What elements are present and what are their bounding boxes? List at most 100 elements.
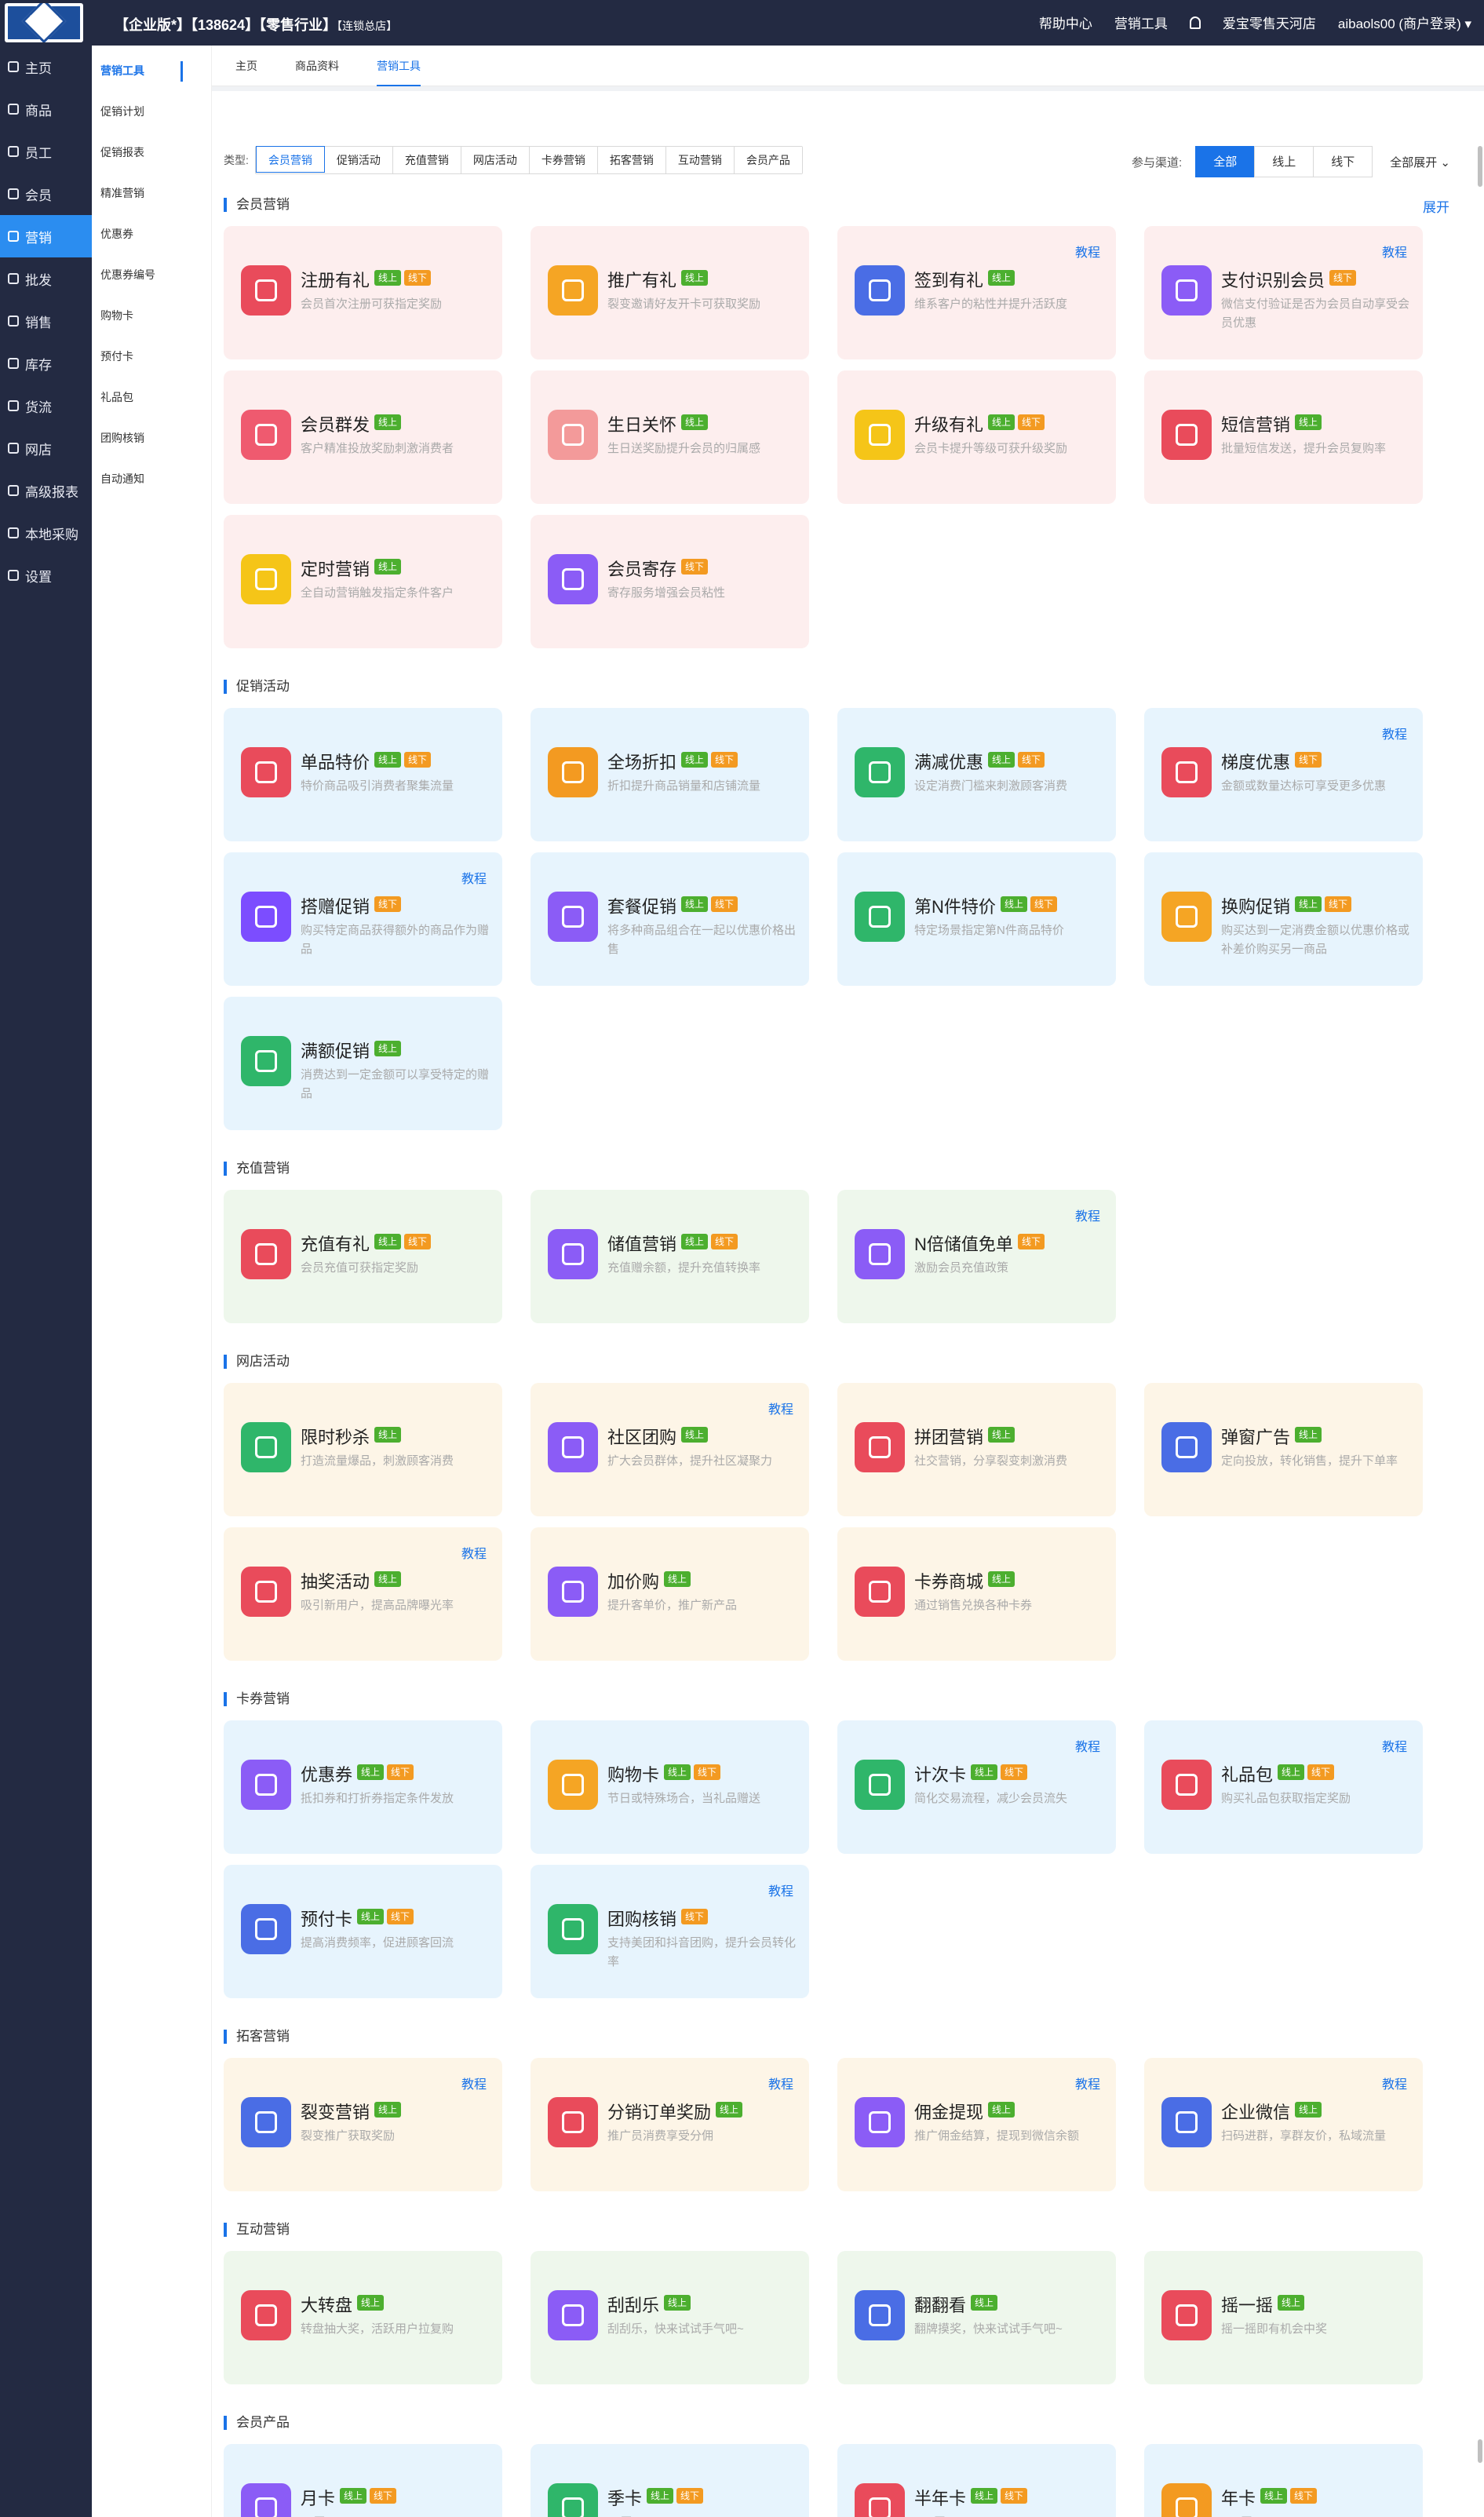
tool-card[interactable]: 团购核销 线下 支持美团和抖音团购，提升会员转化率 教程	[531, 1865, 809, 1998]
tool-card[interactable]: N倍储值免单 线下 激励会员充值政策 教程	[837, 1190, 1116, 1323]
shop-name[interactable]: 爱宝零售天河店	[1223, 13, 1316, 32]
type-option[interactable]: 会员产品	[734, 147, 802, 173]
account-menu[interactable]: aibaols00 (商户登录) ▾	[1338, 13, 1471, 32]
type-option[interactable]: 充值营销	[392, 147, 461, 173]
type-option[interactable]: 会员营销	[255, 146, 325, 173]
tutorial-link[interactable]: 教程	[768, 1399, 793, 1417]
tool-card[interactable]: 储值营销 线上 线下 充值赠余额，提升充值转换率	[531, 1190, 809, 1323]
tool-card[interactable]: 拼团营销 线上 社交营销，分享裂变刺激消费	[837, 1383, 1116, 1516]
tutorial-link[interactable]: 教程	[1382, 724, 1407, 742]
tool-card[interactable]: 第N件特价 线上 线下 特定场景指定第N件商品特价	[837, 852, 1116, 986]
type-option[interactable]: 互动营销	[665, 147, 735, 173]
tool-card[interactable]: 年卡线上线下 365天	[1144, 2444, 1423, 2517]
tutorial-link[interactable]: 教程	[1382, 242, 1407, 261]
subnav-item-8[interactable]: 礼品包	[92, 377, 211, 418]
tool-card[interactable]: 换购促销 线上 线下 购买达到一定消费金额以优惠价格或补差价购买另一商品	[1144, 852, 1423, 986]
tool-card[interactable]: 购物卡 线上 线下 节日或特殊场合，当礼品赠送	[531, 1720, 809, 1854]
tutorial-link[interactable]: 教程	[1075, 242, 1100, 261]
channel-option[interactable]: 线上	[1254, 146, 1314, 177]
tutorial-link[interactable]: 教程	[768, 2074, 793, 2092]
tool-card[interactable]: 抽奖活动 线上 吸引新用户，提高品牌曝光率 教程	[224, 1527, 502, 1661]
tool-card[interactable]: 优惠券 线上 线下 抵扣券和打折券指定条件发放	[224, 1720, 502, 1854]
tool-card[interactable]: 加价购 线上 提升客单价，推广新产品	[531, 1527, 809, 1661]
subnav-item-4[interactable]: 优惠券	[92, 213, 211, 254]
tool-card[interactable]: 满减优惠 线上 线下 设定消费门槛来刺激顾客消费	[837, 708, 1116, 841]
tool-card[interactable]: 梯度优惠 线下 金额或数量达标可享受更多优惠 教程	[1144, 708, 1423, 841]
tool-card[interactable]: 计次卡 线上 线下 简化交易流程，减少会员流失 教程	[837, 1720, 1116, 1854]
tool-card[interactable]: 充值有礼 线上 线下 会员充值可获指定奖励	[224, 1190, 502, 1323]
subnav-item-7[interactable]: 预付卡	[92, 336, 211, 377]
tool-card[interactable]: 推广有礼 线上 裂变邀请好友开卡可获取奖励	[531, 226, 809, 359]
tutorial-link[interactable]: 教程	[1075, 1206, 1100, 1224]
tool-card[interactable]: 短信营销 线上 批量短信发送，提升会员复购率	[1144, 370, 1423, 504]
scrollbar-thumb-bottom[interactable]	[1478, 2439, 1482, 2463]
brand-logo[interactable]: AIBAO	[5, 3, 83, 42]
subnav-item-6[interactable]: 购物卡	[92, 295, 211, 336]
tool-card[interactable]: 生日关怀 线上 生日送奖励提升会员的归属感	[531, 370, 809, 504]
type-option[interactable]: 拓客营销	[597, 147, 666, 173]
tool-card[interactable]: 搭赠促销 线下 购买特定商品获得额外的商品作为赠品 教程	[224, 852, 502, 986]
tool-card[interactable]: 佣金提现 线上 推广佣金结算，提现到微信余额 教程	[837, 2058, 1116, 2191]
tool-card[interactable]: 套餐促销 线上 线下 将多种商品组合在一起以优惠价格出售	[531, 852, 809, 986]
type-option[interactable]: 促销活动	[324, 147, 393, 173]
tool-card[interactable]: 翻翻看 线上 翻牌摸奖，快来试试手气吧~	[837, 2251, 1116, 2384]
subnav-item-5[interactable]: 优惠券编号	[92, 254, 211, 295]
tab-2[interactable]: 营销工具	[377, 46, 421, 86]
tool-card[interactable]: 企业微信 线上 扫码进群，享群友价，私域流量 教程	[1144, 2058, 1423, 2191]
tutorial-link[interactable]: 教程	[461, 868, 487, 887]
tutorial-link[interactable]: 教程	[1382, 2074, 1407, 2092]
tool-card[interactable]: 限时秒杀 线上 打造流量爆品，刺激顾客消费	[224, 1383, 502, 1516]
tab-0[interactable]: 主页	[235, 46, 257, 86]
sidebar-item-12[interactable]: 设置	[0, 554, 92, 596]
tool-card[interactable]: 大转盘 线上 转盘抽大奖，活跃用户拉复购	[224, 2251, 502, 2384]
sidebar-item-4[interactable]: 营销	[0, 215, 92, 257]
tool-card[interactable]: 会员群发 线上 客户精准投放奖励刺激消费者	[224, 370, 502, 504]
tool-card[interactable]: 定时营销 线上 全自动营销触发指定条件客户	[224, 515, 502, 648]
tool-card[interactable]: 会员寄存 线下 寄存服务增强会员粘性	[531, 515, 809, 648]
tool-card[interactable]: 分销订单奖励 线上 推广员消费享受分佣 教程	[531, 2058, 809, 2191]
tool-card[interactable]: 全场折扣 线上 线下 折扣提升商品销量和店铺流量	[531, 708, 809, 841]
bell-icon[interactable]	[1189, 16, 1201, 29]
sidebar-item-9[interactable]: 网店	[0, 427, 92, 469]
sidebar-item-8[interactable]: 货流	[0, 385, 92, 427]
tutorial-link[interactable]: 教程	[461, 1543, 487, 1562]
tutorial-link[interactable]: 教程	[1075, 2074, 1100, 2092]
section-expand-button[interactable]: 展开	[1423, 196, 1449, 216]
tutorial-link[interactable]: 教程	[461, 2074, 487, 2092]
type-option[interactable]: 卡券营销	[529, 147, 598, 173]
subnav-item-9[interactable]: 团购核销	[92, 418, 211, 458]
tool-card[interactable]: 支付识别会员 线下 微信支付验证是否为会员自动享受会员优惠 教程	[1144, 226, 1423, 359]
tutorial-link[interactable]: 教程	[1075, 1736, 1100, 1755]
tool-card[interactable]: 礼品包 线上 线下 购买礼品包获取指定奖励 教程	[1144, 1720, 1423, 1854]
help-center-link[interactable]: 帮助中心	[1039, 13, 1092, 32]
tool-card[interactable]: 月卡线上线下 30天	[224, 2444, 502, 2517]
marketing-tools-link[interactable]: 营销工具	[1114, 13, 1168, 32]
tool-card[interactable]: 预付卡 线上 线下 提高消费频率，促进顾客回流	[224, 1865, 502, 1998]
subnav-item-1[interactable]: 促销计划	[92, 91, 211, 132]
tutorial-link[interactable]: 教程	[1382, 1736, 1407, 1755]
tool-card[interactable]: 升级有礼 线上 线下 会员卡提升等级可获升级奖励	[837, 370, 1116, 504]
scrollbar-thumb[interactable]	[1478, 146, 1482, 187]
sidebar-item-11[interactable]: 本地采购	[0, 512, 92, 554]
sidebar-item-0[interactable]: 主页	[0, 46, 92, 88]
sidebar-item-3[interactable]: 会员	[0, 173, 92, 215]
sidebar-item-2[interactable]: 员工	[0, 130, 92, 173]
sidebar-item-6[interactable]: 销售	[0, 300, 92, 342]
tool-card[interactable]: 社区团购 线上 扩大会员群体，提升社区凝聚力 教程	[531, 1383, 809, 1516]
type-option[interactable]: 网店活动	[461, 147, 530, 173]
tool-card[interactable]: 季卡线上线下 90天	[531, 2444, 809, 2517]
tool-card[interactable]: 半年卡线上线下 180天	[837, 2444, 1116, 2517]
tool-card[interactable]: 裂变营销 线上 裂变推广获取奖励 教程	[224, 2058, 502, 2191]
tool-card[interactable]: 弹窗广告 线上 定向投放，转化销售，提升下单率	[1144, 1383, 1423, 1516]
subnav-item-3[interactable]: 精准营销	[92, 173, 211, 213]
tool-card[interactable]: 刮刮乐 线上 刮刮乐，快来试试手气吧~	[531, 2251, 809, 2384]
channel-option[interactable]: 全部	[1195, 146, 1256, 177]
expand-all-toggle[interactable]: 全部展开 ⌄	[1390, 154, 1450, 170]
sidebar-item-5[interactable]: 批发	[0, 257, 92, 300]
tool-card[interactable]: 签到有礼 线上 维系客户的粘性并提升活跃度 教程	[837, 226, 1116, 359]
tab-1[interactable]: 商品资料	[295, 46, 339, 86]
tutorial-link[interactable]: 教程	[768, 1880, 793, 1899]
subnav-item-2[interactable]: 促销报表	[92, 132, 211, 173]
sidebar-item-1[interactable]: 商品	[0, 88, 92, 130]
channel-option[interactable]: 线下	[1313, 146, 1373, 177]
